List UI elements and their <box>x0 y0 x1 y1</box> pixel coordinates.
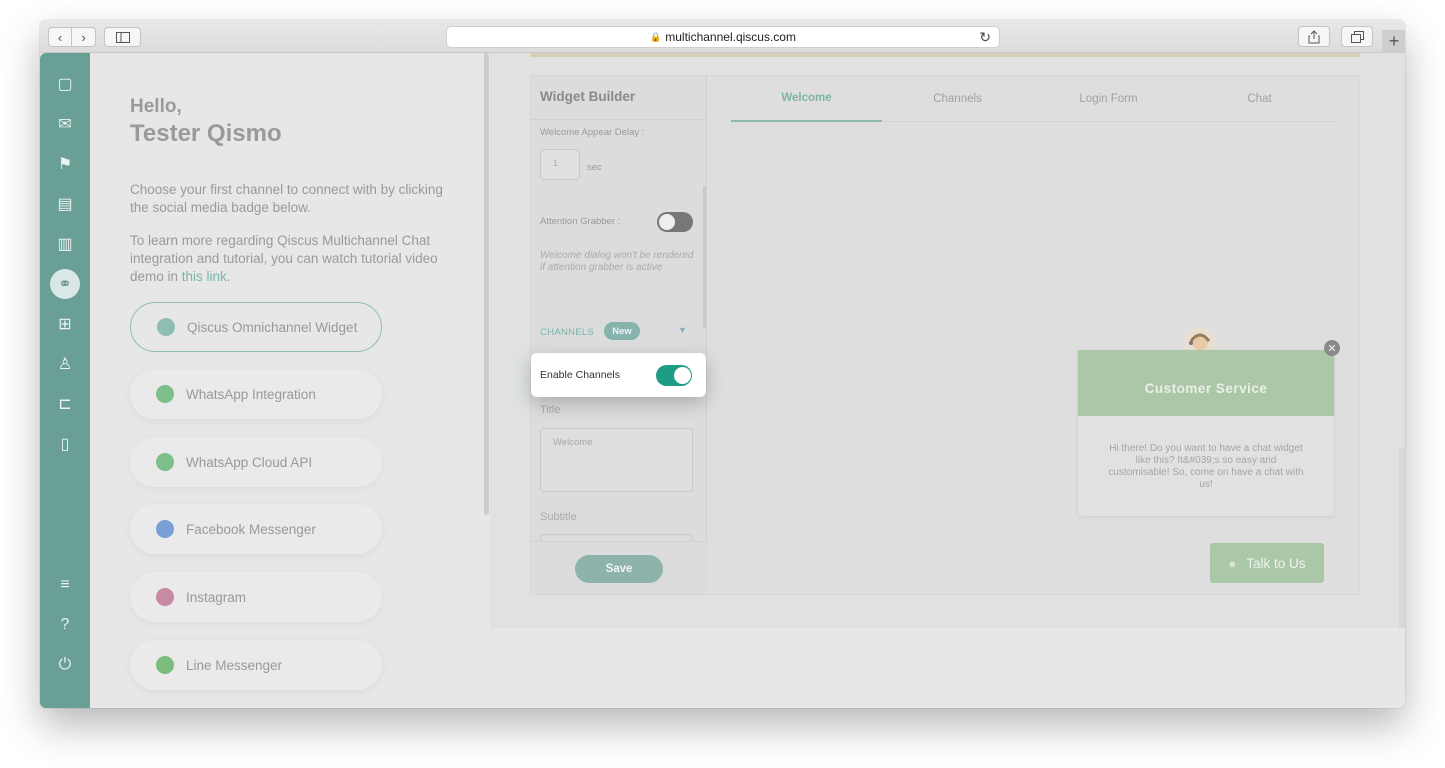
address-bar[interactable]: 🔒 multichannel.qiscus.com ↻ <box>446 26 1000 48</box>
builder-scrollbar[interactable] <box>703 186 706 328</box>
line-icon <box>156 656 174 674</box>
user-name: Tester Qismo <box>130 120 282 147</box>
browser-window: ‹ › 🔒 multichannel.qiscus.com ↻ + ▢ ✉ ⚑ ▤ ▥ ⚭… <box>40 20 1405 708</box>
talk-label: Talk to Us <box>1246 555 1306 571</box>
title-label: Title <box>540 404 561 416</box>
main-area: Widget Builder Welcome Appear Delay : 1 … <box>490 53 1405 628</box>
channel-button[interactable]: Line Messenger <box>130 640 382 690</box>
save-bar: Save <box>531 541 707 594</box>
welcome-dialog-preview: Customer Service Hi there! Do you want t… <box>1078 350 1334 516</box>
channels-section-label[interactable]: CHANNELS <box>540 327 594 338</box>
help-icon[interactable]: ? <box>50 610 80 640</box>
attention-grabber-toggle[interactable] <box>657 212 693 232</box>
welcome-panel: Hello, Tester Qismo Choose your first ch… <box>90 53 490 708</box>
reload-icon[interactable]: ↻ <box>979 29 991 46</box>
mobile-icon[interactable]: ▯ <box>50 429 80 459</box>
channel-label: Line Messenger <box>186 657 283 673</box>
attention-note: Welcome dialog won't be rendered if atte… <box>540 250 694 273</box>
analytics-icon[interactable]: ▥ <box>50 229 80 259</box>
agent-icon[interactable]: ♙ <box>50 349 80 379</box>
settings-sliders-icon[interactable]: ≡ <box>50 570 80 600</box>
dialog-body: Hi there! Do you want to have a chat wid… <box>1108 443 1304 490</box>
channel-label: Qiscus Omnichannel Widget <box>187 319 358 335</box>
channel-button[interactable]: WhatsApp Integration <box>130 369 382 419</box>
top-notice-strip <box>530 53 1360 57</box>
save-button[interactable]: Save <box>575 555 663 583</box>
tutorial-text: To learn more regarding Qiscus Multichan… <box>130 233 438 284</box>
share-icon <box>1308 29 1320 43</box>
empty-area <box>490 628 1405 708</box>
tab-login-form[interactable]: Login Form <box>1033 76 1184 122</box>
nav-buttons: ‹ › <box>48 27 96 47</box>
attention-label: Attention Grabber : <box>540 216 621 227</box>
back-button[interactable]: ‹ <box>48 27 72 47</box>
left-scrollbar[interactable] <box>484 53 489 515</box>
close-icon[interactable]: ✕ <box>1324 340 1340 356</box>
whatsapp-icon <box>156 385 174 403</box>
sidebar-toggle-button[interactable] <box>104 27 141 47</box>
mail-icon[interactable]: ✉ <box>50 109 80 139</box>
widget-builder-card: Widget Builder Welcome Appear Delay : 1 … <box>530 75 1360 595</box>
builder-panel: Widget Builder Welcome Appear Delay : 1 … <box>531 76 707 594</box>
logout-icon[interactable]: ⏻ <box>50 650 80 680</box>
sidebar-icon <box>115 31 130 43</box>
delay-label: Welcome Appear Delay : <box>540 127 645 138</box>
tab-chat[interactable]: Chat <box>1184 76 1335 122</box>
tabs-overview-button[interactable] <box>1341 26 1373 47</box>
new-badge: New <box>604 322 640 340</box>
dialog-title: Customer Service <box>1078 350 1334 416</box>
channel-button[interactable]: Facebook Messenger <box>130 504 382 554</box>
tab-channels[interactable]: Channels <box>882 76 1033 122</box>
ticket-icon[interactable]: ⊏ <box>50 389 80 419</box>
share-button[interactable] <box>1298 26 1330 47</box>
app-root: ▢ ✉ ⚑ ▤ ▥ ⚭ ⊞ ♙ ⊏ ▯ ≡? ⏻ Hello, Tester Qismo Choose… <box>40 53 1405 708</box>
title-textarea[interactable]: Welcome <box>540 428 693 492</box>
instagram-icon <box>156 588 174 606</box>
messenger-icon <box>156 520 174 538</box>
qiscus-icon <box>157 318 175 336</box>
contact-card-icon[interactable]: ▤ <box>50 189 80 219</box>
page-scrollbar[interactable] <box>1399 448 1405 628</box>
delay-input[interactable]: 1 <box>540 149 580 180</box>
channel-button[interactable]: Qiscus Omnichannel Widget <box>130 302 382 352</box>
chat-icon[interactable]: ▢ <box>50 69 80 99</box>
channel-button[interactable]: WhatsApp Cloud API <box>130 437 382 487</box>
tab-welcome[interactable]: Welcome <box>731 76 882 122</box>
builder-title: Widget Builder <box>540 89 636 104</box>
browser-toolbar: ‹ › 🔒 multichannel.qiscus.com ↻ + <box>40 20 1405 53</box>
channel-label: Facebook Messenger <box>186 521 316 537</box>
talk-to-us-button[interactable]: ● Talk to Us <box>1210 543 1324 583</box>
channel-button[interactable]: Instagram <box>130 572 382 622</box>
tabs-icon <box>1350 30 1364 43</box>
integration-icon[interactable]: ⚭ <box>50 269 80 299</box>
tutorial-link[interactable]: this link <box>182 269 227 284</box>
url-text: multichannel.qiscus.com <box>665 30 796 44</box>
enable-channels-toggle[interactable] <box>656 365 692 386</box>
apps-grid-icon[interactable]: ⊞ <box>50 309 80 339</box>
new-tab-button[interactable]: + <box>1382 30 1405 53</box>
nav-rail: ▢ ✉ ⚑ ▤ ▥ ⚭ ⊞ ♙ ⊏ ▯ ≡? ⏻ <box>40 53 90 708</box>
greeting: Hello, <box>130 96 182 117</box>
chat-bubble-icon: ● <box>1228 555 1237 571</box>
enable-channels-label: Enable Channels <box>540 369 620 381</box>
chevron-down-icon[interactable]: ▼ <box>678 325 687 335</box>
lock-icon: 🔒 <box>650 31 662 42</box>
subtitle-label: Subtitle <box>540 511 577 523</box>
megaphone-icon[interactable]: ⚑ <box>50 149 80 179</box>
channel-label: WhatsApp Cloud API <box>186 454 313 470</box>
delay-unit: sec <box>587 162 602 173</box>
intro-text: Choose your first channel to connect wit… <box>130 182 443 215</box>
channel-label: Instagram <box>186 589 247 605</box>
enable-channels-row: Enable Channels <box>531 353 706 397</box>
channel-label: WhatsApp Integration <box>186 386 316 402</box>
whatsapp-icon <box>156 453 174 471</box>
preview-tabs: Welcome Channels Login Form Chat <box>731 76 1335 122</box>
divider <box>531 119 707 120</box>
forward-button[interactable]: › <box>72 27 96 47</box>
